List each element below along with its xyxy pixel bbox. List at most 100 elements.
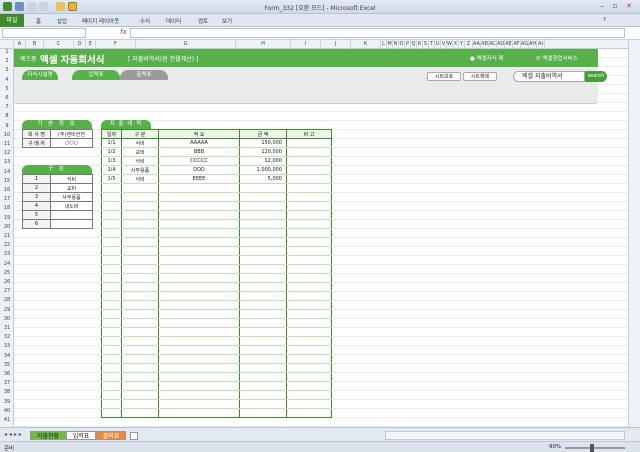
unprotect-sheet-button[interactable]: 시트해제 (463, 72, 497, 81)
expense-cell[interactable] (121, 273, 159, 283)
tab-output-sheet[interactable]: 출력표 (120, 70, 168, 80)
expense-cell[interactable] (101, 327, 122, 337)
expense-cell[interactable] (158, 273, 240, 283)
row-header[interactable]: 35 (0, 362, 14, 368)
column-header[interactable]: H (236, 40, 291, 49)
expense-cell[interactable] (121, 291, 159, 301)
column-header[interactable]: F (96, 40, 136, 49)
row-header[interactable]: 8 (0, 113, 14, 119)
row-header[interactable]: 3 (0, 67, 14, 73)
expense-cell[interactable] (121, 309, 159, 319)
category-number[interactable]: 3 (22, 192, 51, 202)
column-header[interactable]: J (321, 40, 351, 49)
sheet-nav-arrows-icon[interactable]: ◂ ◂ ▸ ▸ (4, 431, 22, 438)
expense-cell[interactable] (286, 381, 332, 391)
expense-cell[interactable] (158, 381, 240, 391)
expense-cell[interactable] (239, 246, 287, 256)
expense-cell[interactable] (158, 372, 240, 382)
expense-cell[interactable]: 1,000,000 (239, 165, 287, 175)
expense-cell[interactable] (158, 282, 240, 292)
row-header[interactable]: 13 (0, 159, 14, 165)
row-header[interactable]: 18 (0, 205, 14, 211)
expense-cell[interactable] (121, 318, 159, 328)
column-header[interactable]: AI (537, 40, 545, 49)
row-header[interactable]: 4 (0, 77, 14, 83)
expense-cell[interactable] (239, 201, 287, 211)
tab-home[interactable]: 홈 (36, 17, 41, 25)
expense-cell[interactable] (158, 291, 240, 301)
expense-cell[interactable] (286, 408, 332, 418)
expense-cell[interactable] (239, 192, 287, 202)
row-header[interactable]: 6 (0, 95, 14, 101)
expense-cell[interactable] (121, 183, 159, 193)
row-header[interactable]: 26 (0, 279, 14, 285)
expense-cell[interactable] (239, 372, 287, 382)
sheet-tab-output[interactable]: 출력표 (96, 431, 126, 440)
expense-cell[interactable] (286, 210, 332, 220)
expense-cell[interactable]: 사무용품 (121, 165, 159, 175)
expense-cell[interactable]: 1/5 (101, 174, 122, 184)
info-value[interactable]: ○○○ (50, 138, 93, 148)
zoom-slider[interactable] (565, 447, 625, 449)
expense-cell[interactable]: 1/4 (101, 165, 122, 175)
expense-cell[interactable] (286, 228, 332, 238)
expense-cell[interactable]: CCCCC (158, 156, 240, 166)
expense-cell[interactable] (239, 300, 287, 310)
expense-cell[interactable]: 1/1 (101, 138, 122, 148)
expense-cell[interactable] (101, 210, 122, 220)
row-header[interactable]: 19 (0, 215, 14, 221)
row-header[interactable]: 10 (0, 132, 14, 138)
expense-cell[interactable]: 교비 (121, 147, 159, 157)
expense-cell[interactable] (239, 363, 287, 373)
expense-column-header[interactable]: 구 분 (121, 129, 159, 139)
row-header[interactable]: 40 (0, 408, 14, 414)
expense-cell[interactable] (158, 318, 240, 328)
expense-cell[interactable] (101, 408, 122, 418)
expense-cell[interactable] (286, 201, 332, 211)
expense-cell[interactable] (158, 201, 240, 211)
expense-column-header[interactable]: 적 요 (158, 129, 240, 139)
expense-cell[interactable] (121, 327, 159, 337)
expense-cell[interactable] (101, 390, 122, 400)
column-header[interactable]: G (136, 40, 236, 49)
expense-cell[interactable] (101, 219, 122, 229)
search-button[interactable]: search (585, 71, 607, 82)
row-header[interactable]: 25 (0, 270, 14, 276)
expense-cell[interactable] (121, 345, 159, 355)
row-header[interactable]: 12 (0, 150, 14, 156)
expense-cell[interactable] (158, 399, 240, 409)
expense-cell[interactable] (101, 309, 122, 319)
row-header[interactable]: 15 (0, 178, 14, 184)
column-header[interactable]: AE (505, 40, 513, 49)
tab-view[interactable]: 보기 (222, 17, 232, 25)
expense-cell[interactable] (286, 246, 332, 256)
expense-cell[interactable] (121, 372, 159, 382)
row-header[interactable]: 27 (0, 288, 14, 294)
category-name[interactable]: 교비 (50, 183, 93, 193)
expense-cell[interactable] (121, 237, 159, 247)
expense-cell[interactable] (101, 282, 122, 292)
expense-cell[interactable]: 식비 (121, 174, 159, 184)
expense-cell[interactable] (239, 408, 287, 418)
expense-cell[interactable] (101, 372, 122, 382)
close-icon[interactable]: ✕ (623, 1, 635, 11)
expense-cell[interactable] (158, 363, 240, 373)
expense-cell[interactable] (121, 399, 159, 409)
expense-cell[interactable] (239, 336, 287, 346)
category-name[interactable] (50, 210, 93, 220)
category-name[interactable]: 내노비 (50, 201, 93, 211)
expense-cell[interactable] (239, 237, 287, 247)
column-header[interactable]: I (291, 40, 321, 49)
sheet-tab-expense[interactable]: 지출현황 (30, 431, 66, 440)
expense-cell[interactable] (121, 255, 159, 265)
expense-cell[interactable]: 1/2 (101, 147, 122, 157)
expense-cell[interactable] (286, 399, 332, 409)
expense-cell[interactable] (158, 354, 240, 364)
tab-description[interactable]: 자식시설명 (22, 70, 58, 80)
expense-cell[interactable] (121, 336, 159, 346)
row-header[interactable]: 5 (0, 86, 14, 92)
column-header[interactable]: Z (465, 40, 473, 49)
expense-cell[interactable] (121, 246, 159, 256)
column-header[interactable]: AA (473, 40, 481, 49)
expense-cell[interactable] (158, 300, 240, 310)
